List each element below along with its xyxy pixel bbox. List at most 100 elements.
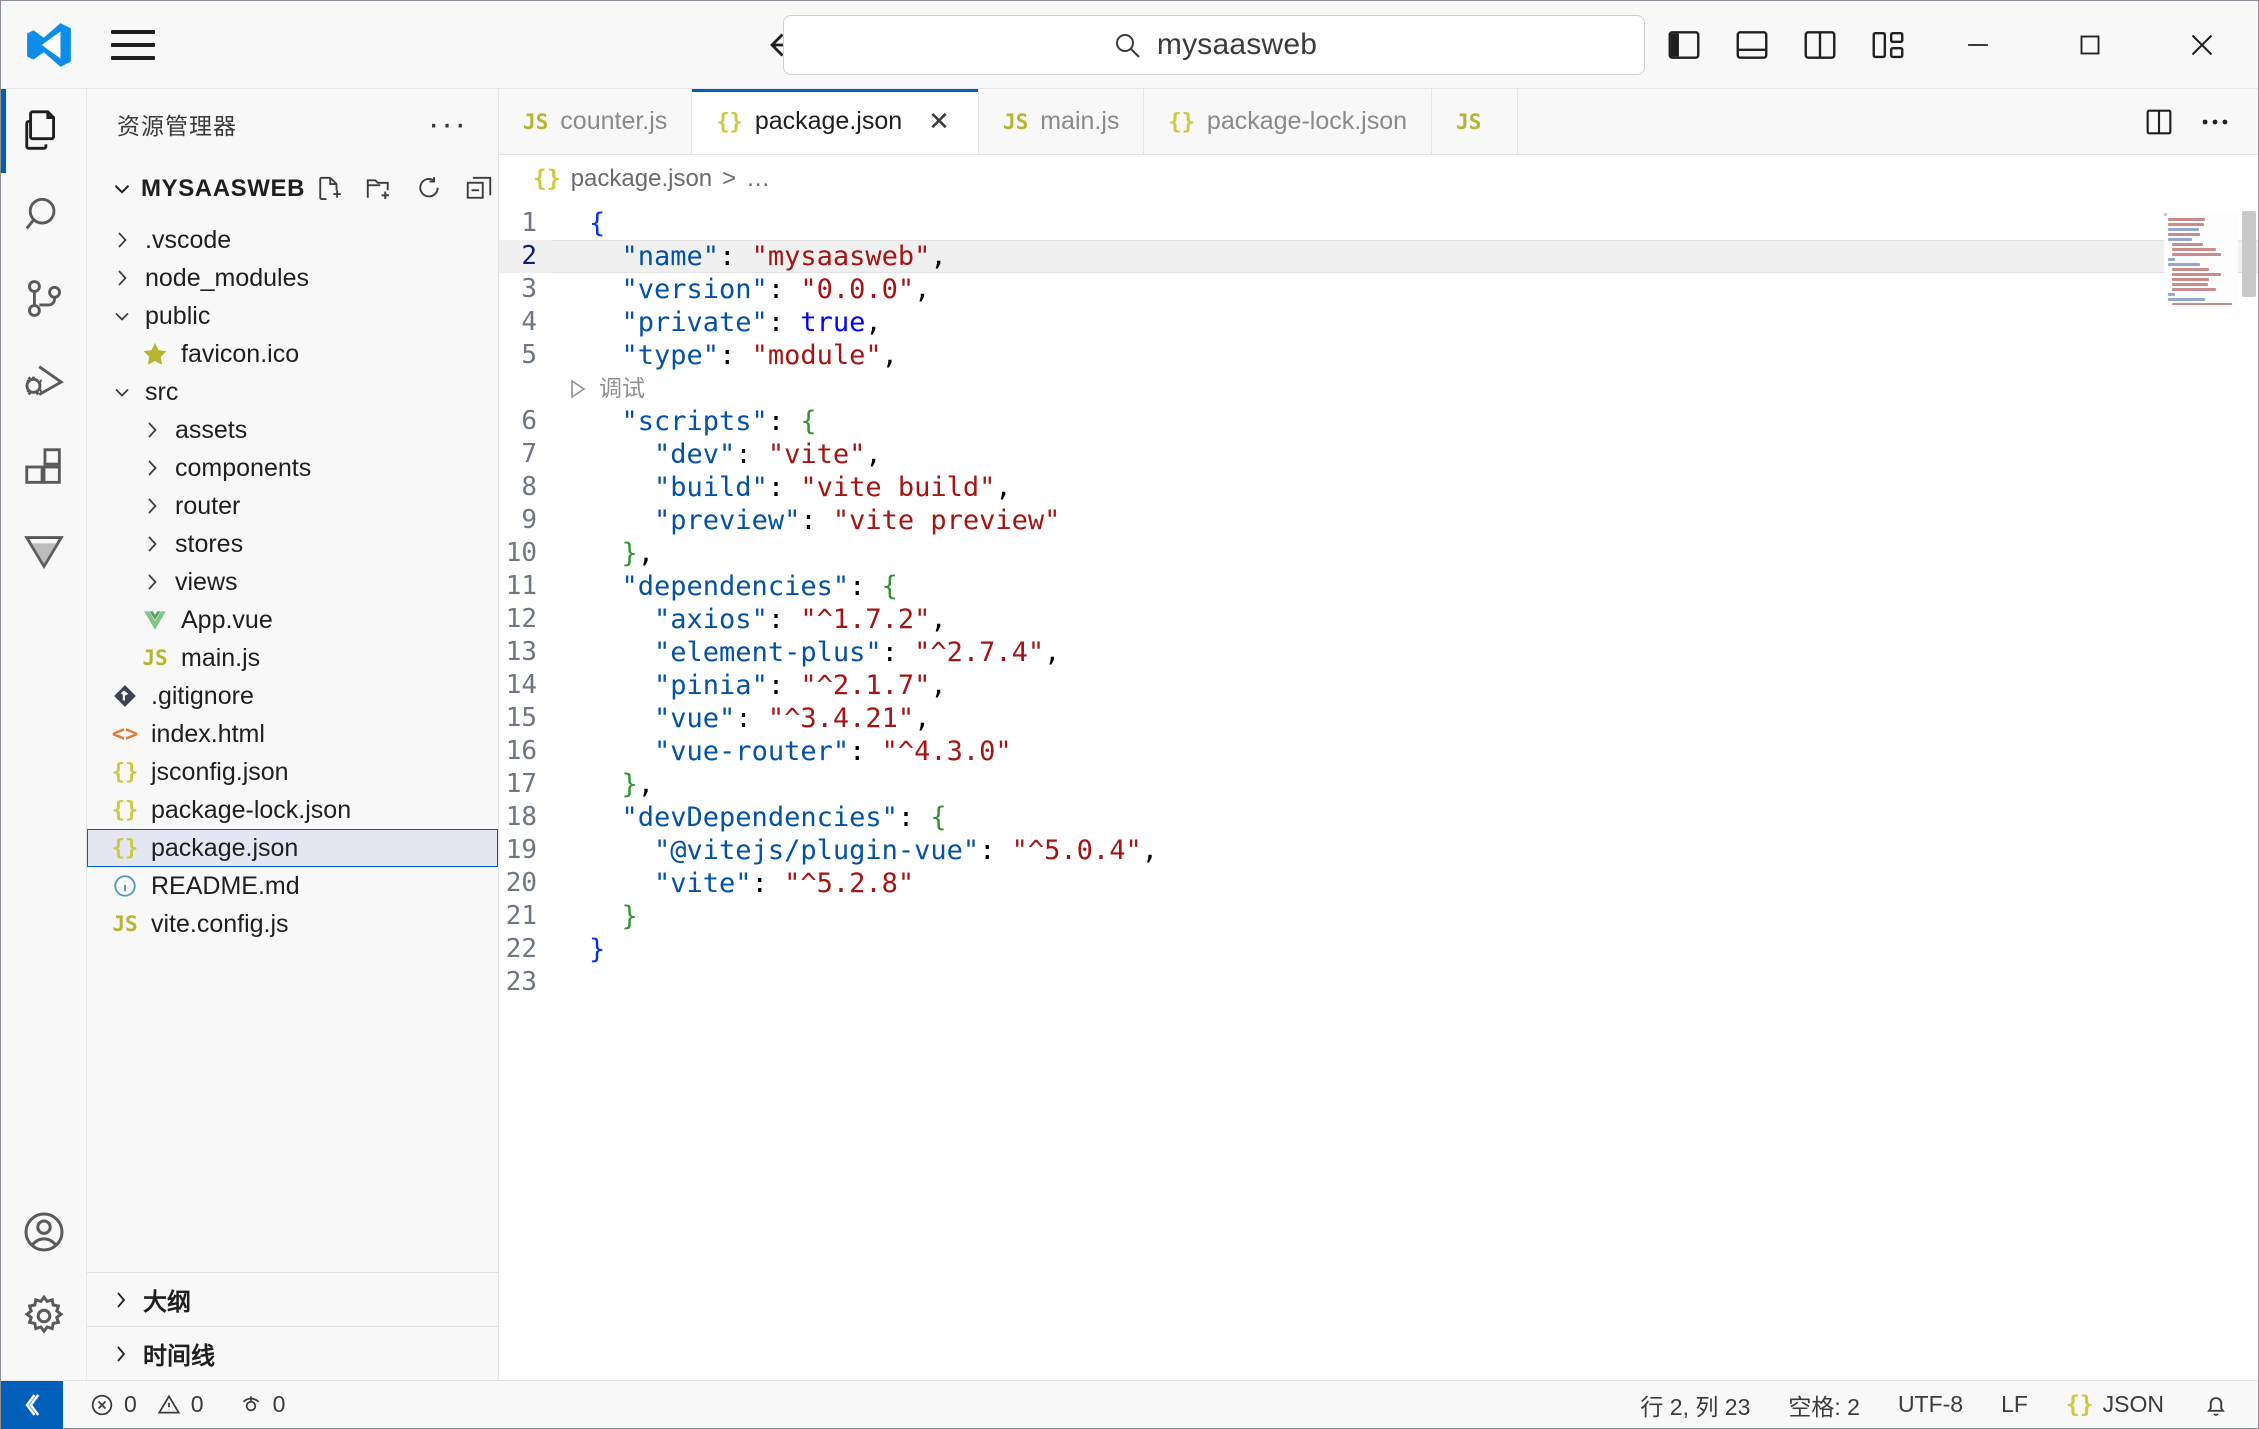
breadcrumb-symbol[interactable]: … (746, 165, 770, 193)
new-folder-button[interactable] (361, 171, 397, 207)
editor-tab-package-lock-json[interactable]: {} package-lock.json (1144, 89, 1433, 154)
tree-item-views[interactable]: views (87, 563, 498, 601)
collapse-folders-button[interactable] (461, 171, 497, 207)
notifications-button[interactable] (2198, 1391, 2234, 1419)
code-line[interactable]: 23 (499, 966, 2258, 999)
tree-item-app-vue[interactable]: App.vue (87, 601, 498, 639)
tree-twistie[interactable] (135, 418, 169, 442)
code-line[interactable]: 10 }, (499, 537, 2258, 570)
tree-twistie[interactable] (105, 380, 139, 404)
tree-item-jsconfig-json[interactable]: {} jsconfig.json (87, 753, 498, 791)
editor-tab-partial[interactable]: JS (1432, 89, 1519, 154)
codelens-row[interactable]: 调试 (499, 372, 2258, 405)
code-line[interactable]: 7 "dev": "vite", (499, 438, 2258, 471)
tree-item-vscode[interactable]: .vscode (87, 221, 498, 259)
editor-more-actions-icon[interactable] (2190, 97, 2240, 147)
editor-scrollbar[interactable] (2238, 203, 2258, 1380)
new-file-button[interactable] (311, 171, 347, 207)
tree-twistie[interactable] (135, 570, 169, 594)
encoding-status[interactable]: UTF-8 (1894, 1391, 1967, 1418)
tree-item-assets[interactable]: assets (87, 411, 498, 449)
activity-explorer[interactable] (0, 89, 87, 173)
minimap[interactable] (2164, 213, 2238, 305)
tree-item-public[interactable]: public (87, 297, 498, 335)
remote-window-button[interactable] (1, 1380, 63, 1429)
tree-item-package-lock-json[interactable]: {} package-lock.json (87, 791, 498, 829)
activity-vue-devtools[interactable] (1, 509, 87, 593)
editor-tab-package-json[interactable]: {} package.json ✕ (692, 89, 979, 154)
codelens-debug-action[interactable]: 调试 (499, 372, 645, 405)
code-line[interactable]: 22} (499, 933, 2258, 966)
tree-item-index-html[interactable]: <> index.html (87, 715, 498, 753)
activity-accounts[interactable] (1, 1190, 87, 1274)
tree-twistie[interactable] (135, 456, 169, 480)
code-line[interactable]: 2 "name": "mysaasweb", (499, 240, 2258, 273)
tree-item-stores[interactable]: stores (87, 525, 498, 563)
refresh-explorer-button[interactable] (411, 171, 447, 207)
tree-item-src[interactable]: src (87, 373, 498, 411)
code-line[interactable]: 5 "type": "module", (499, 339, 2258, 372)
hamburger-menu-icon[interactable] (97, 29, 169, 60)
toggle-primary-sidebar-button[interactable] (1650, 1, 1718, 89)
maximize-button[interactable] (2034, 1, 2146, 89)
editor-tab-counter-js[interactable]: JS counter.js (499, 89, 693, 154)
sidebar-more-actions-button[interactable]: ··· (420, 107, 476, 141)
tree-item-router[interactable]: router (87, 487, 498, 525)
tree-item-node-modules[interactable]: node_modules (87, 259, 498, 297)
code-line[interactable]: 4 "private": true, (499, 306, 2258, 339)
toggle-secondary-sidebar-button[interactable] (1786, 1, 1854, 89)
outline-section[interactable]: 大纲 (87, 1272, 498, 1326)
code-line[interactable]: 3 "version": "0.0.0", (499, 273, 2258, 306)
code-line[interactable]: 1{ (499, 207, 2258, 240)
activity-search[interactable] (1, 173, 87, 257)
tree-item-components[interactable]: components (87, 449, 498, 487)
scrollbar-thumb[interactable] (2242, 211, 2256, 297)
timeline-section[interactable]: 时间线 (87, 1326, 498, 1380)
toggle-panel-button[interactable] (1718, 1, 1786, 89)
code-line[interactable]: 14 "pinia": "^2.1.7", (499, 669, 2258, 702)
code-line[interactable]: 20 "vite": "^5.2.8" (499, 867, 2258, 900)
tree-item-favicon-ico[interactable]: favicon.ico (87, 335, 498, 373)
cursor-position-status[interactable]: 行 2, 列 23 (1636, 1388, 1754, 1422)
tree-twistie[interactable] (105, 228, 139, 252)
code-editor[interactable]: 1{2 "name": "mysaasweb", 3 "version": "0.… (499, 203, 2258, 1380)
language-mode-status[interactable]: {} JSON (2062, 1391, 2168, 1418)
tree-twistie[interactable] (135, 532, 169, 556)
split-editor-icon[interactable] (2134, 97, 2184, 147)
problems-status[interactable]: 0 0 (85, 1391, 208, 1418)
tree-item-vite-config-js[interactable]: JS vite.config.js (87, 905, 498, 943)
tree-item-gitignore[interactable]: .gitignore (87, 677, 498, 715)
explorer-root-folder-header[interactable]: MYSAASWEB (87, 159, 498, 219)
code-line[interactable]: 13 "element-plus": "^2.7.4", (499, 636, 2258, 669)
customize-layout-button[interactable] (1854, 1, 1922, 89)
breadcrumb-file[interactable]: {} package.json (533, 165, 712, 193)
tree-item-package-json[interactable]: {} package.json (87, 829, 498, 867)
close-tab-button[interactable]: ✕ (924, 106, 954, 137)
code-line[interactable]: 16 "vue-router": "^4.3.0" (499, 735, 2258, 768)
activity-extensions[interactable] (1, 425, 87, 509)
code-line[interactable]: 18 "devDependencies": { (499, 801, 2258, 834)
code-line[interactable]: 11 "dependencies": { (499, 570, 2258, 603)
code-line[interactable]: 9 "preview": "vite preview" (499, 504, 2258, 537)
activity-settings[interactable] (1, 1274, 87, 1358)
minimize-button[interactable] (1922, 1, 2034, 89)
code-line[interactable]: 19 "@vitejs/plugin-vue": "^5.0.4", (499, 834, 2258, 867)
ports-status[interactable]: 0 (234, 1391, 290, 1418)
code-line[interactable]: 17 }, (499, 768, 2258, 801)
tree-twistie[interactable] (105, 304, 139, 328)
code-line[interactable]: 12 "axios": "^1.7.2", (499, 603, 2258, 636)
close-button[interactable] (2146, 1, 2258, 89)
code-line[interactable]: 15 "vue": "^3.4.21", (499, 702, 2258, 735)
code-line[interactable]: 8 "build": "vite build", (499, 471, 2258, 504)
code-line[interactable]: 21 } (499, 900, 2258, 933)
eol-status[interactable]: LF (1997, 1391, 2032, 1418)
activity-source-control[interactable] (1, 257, 87, 341)
code-line[interactable]: 6 "scripts": { (499, 405, 2258, 438)
editor-tab-main-js[interactable]: JS main.js (978, 89, 1145, 154)
indentation-status[interactable]: 空格: 2 (1784, 1388, 1864, 1422)
tree-twistie[interactable] (135, 494, 169, 518)
tree-twistie[interactable] (105, 266, 139, 290)
activity-run-debug[interactable] (1, 341, 87, 425)
tree-item-readme-md[interactable]: README.md (87, 867, 498, 905)
tree-item-main-js[interactable]: JS main.js (87, 639, 498, 677)
